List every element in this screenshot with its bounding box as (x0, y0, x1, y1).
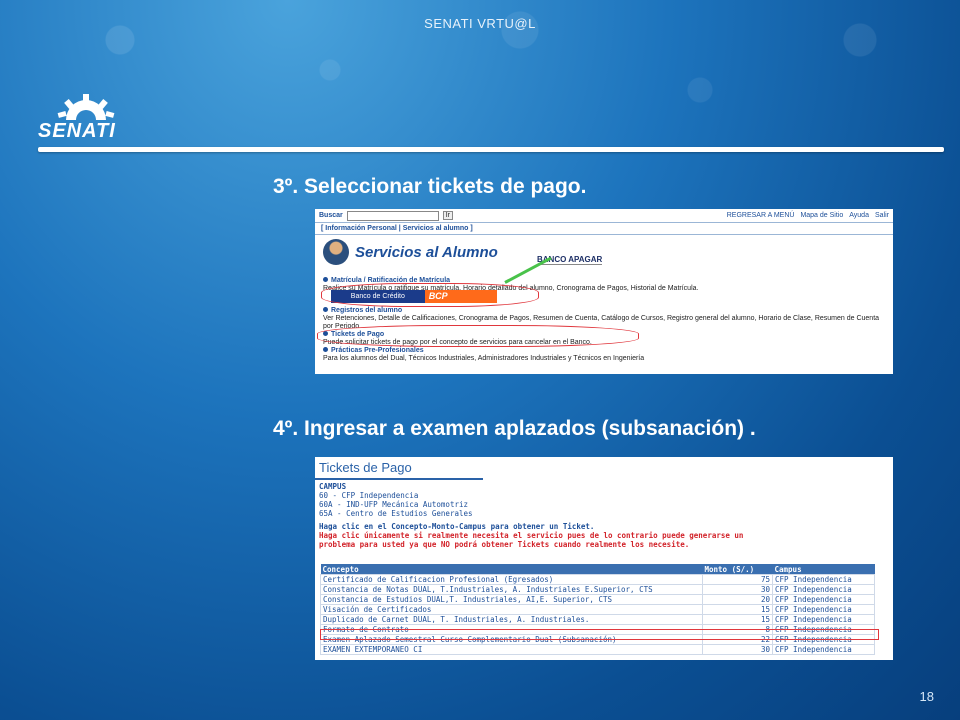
service-desc: Para los alumnos del Dual, Técnicos Indu… (323, 355, 645, 362)
cell-monto[interactable]: 15 (702, 614, 773, 625)
cell-monto[interactable]: 30 (702, 644, 773, 655)
link-salir[interactable]: Salir (875, 212, 889, 219)
step-3-heading: 3º. Seleccionar tickets de pago. (273, 175, 587, 198)
screenshot-tickets-de-pago: Tickets de Pago CAMPUS 60 - CFP Independ… (315, 457, 893, 660)
cell-campus[interactable]: CFP Independencia (772, 574, 875, 585)
step-4-heading: 4º. Ingresar a examen aplazados (subsana… (273, 417, 756, 440)
link-regresar-menu[interactable]: REGRESAR A MENÚ (727, 212, 795, 219)
instructions: Haga clic en el Concepto-Monto-Campus pa… (315, 520, 893, 551)
col-monto: Monto (S/.) (702, 564, 773, 575)
cell-campus[interactable]: CFP Independencia (772, 584, 875, 595)
bullet-icon (323, 347, 328, 352)
table-row[interactable]: Certificado de Calificacion Profesional … (320, 574, 875, 585)
services-heading: Servicios al Alumno (355, 243, 498, 261)
cell-concepto[interactable]: Duplicado de Carnet DUAL, T. Industriale… (320, 614, 703, 625)
table-row[interactable]: Visación de Certificados 15 CFP Independen… (320, 604, 875, 615)
screenshot-servicios-alumno: Buscar Ir REGRESAR A MENÚ Mapa de Sitio … (315, 209, 893, 374)
table-row[interactable]: Duplicado de Carnet DUAL, T. Industriale… (320, 614, 875, 625)
cell-concepto[interactable]: EXAMEN EXTEMPORANEO CI (320, 644, 703, 655)
campus-block: CAMPUS 60 - CFP Independencia 60A - IND-… (315, 480, 893, 520)
services-header: Servicios al Alumno (315, 235, 893, 269)
cell-monto[interactable]: 75 (702, 574, 773, 585)
top-links: REGRESAR A MENÚ Mapa de Sitio Ayuda Sali… (727, 212, 889, 219)
student-avatar-icon (323, 239, 349, 265)
cell-concepto[interactable]: Constancia de Estudios DUAL,T. Industria… (320, 594, 703, 605)
search-go-button[interactable]: Ir (442, 211, 454, 220)
header-divider (38, 147, 944, 152)
cell-campus[interactable]: CFP Independencia (772, 594, 875, 605)
campus-item: 60A - IND-UFP Mecánica Automotriz (319, 500, 469, 509)
table-row[interactable]: Constancia de Estudios DUAL,T. Industria… (320, 594, 875, 605)
cell-concepto[interactable]: Visación de Certificados (320, 604, 703, 615)
cell-monto[interactable]: 20 (702, 594, 773, 605)
bullet-icon (323, 277, 328, 282)
cell-monto[interactable]: 15 (702, 604, 773, 615)
col-campus: Campus (772, 564, 875, 575)
section-tabs[interactable]: [ Información Personal | Servicios al al… (315, 223, 893, 235)
search-bar: Buscar Ir REGRESAR A MENÚ Mapa de Sitio … (315, 209, 893, 223)
bullet-icon (323, 307, 328, 312)
warning-text: Haga clic únicamente si realmente necesi… (319, 531, 744, 549)
cell-concepto[interactable]: Constancia de Notas DUAL, T.Industriales… (320, 584, 703, 595)
cell-monto[interactable]: 30 (702, 584, 773, 595)
instruction-text: Haga clic en el Concepto-Monto-Campus pa… (319, 522, 595, 531)
tickets-table: Concepto Monto (S/.) Campus Certificado … (320, 564, 875, 655)
search-label: Buscar (319, 212, 343, 219)
link-mapa-sitio[interactable]: Mapa de Sitio (800, 212, 843, 219)
list-item: Prácticas Pre-Profesionales Para los alu… (323, 347, 883, 363)
table-row[interactable]: Constancia de Notas DUAL, T.Industriales… (320, 584, 875, 595)
logo-text: SENATI (38, 120, 116, 142)
service-link-practicas[interactable]: Prácticas Pre-Profesionales (331, 347, 424, 354)
cell-campus[interactable]: CFP Independencia (772, 604, 875, 615)
campus-header: CAMPUS (319, 482, 347, 491)
tickets-title: Tickets de Pago (315, 457, 483, 480)
campus-item: 65A - Centro de Estudios Generales (319, 509, 473, 518)
slide-header-title: SENATI VRTU@L (424, 16, 536, 31)
cell-campus[interactable]: CFP Independencia (772, 644, 875, 655)
service-link-registros[interactable]: Registros del alumno (331, 307, 402, 314)
table-row[interactable]: EXAMEN EXTEMPORANEO CI 30 CFP Independenci… (320, 644, 875, 655)
campus-item: 60 - CFP Independencia (319, 491, 419, 500)
cell-concepto[interactable]: Certificado de Calificacion Profesional … (320, 574, 703, 585)
table-header-row: Concepto Monto (S/.) Campus (320, 564, 875, 575)
highlight-oval-bank (321, 283, 539, 307)
cell-campus[interactable]: CFP Independencia (772, 614, 875, 625)
search-input[interactable] (346, 210, 439, 221)
col-concepto: Concepto (320, 564, 703, 575)
page-number: 18 (919, 689, 934, 704)
link-ayuda[interactable]: Ayuda (849, 212, 869, 219)
highlight-box-examen-aplazado (320, 629, 879, 640)
highlight-oval-tickets (317, 325, 639, 347)
